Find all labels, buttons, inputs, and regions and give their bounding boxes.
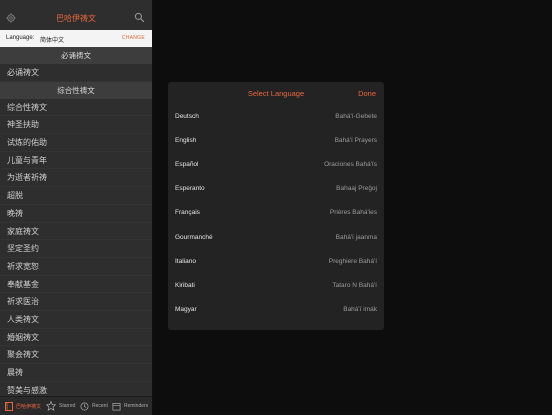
list-item[interactable]: 必诵祷文: [0, 64, 152, 82]
list-item[interactable]: 家庭祷文: [0, 223, 152, 241]
change-language-button[interactable]: CHANGE: [122, 35, 145, 41]
language-option-gourmanche[interactable]: Gourmanché Bahá'í jaanma: [168, 226, 384, 250]
list-item[interactable]: 晨祷: [0, 364, 152, 382]
language-value: 简体中文: [40, 38, 65, 44]
language-translation: Prières Bahá'ies: [329, 209, 377, 216]
list-item[interactable]: 人类祷文: [0, 311, 152, 329]
list-item[interactable]: 聚会祷文: [0, 346, 152, 364]
section-header: 综合性祷文: [0, 81, 152, 99]
language-translation: Bahá'í Prayers: [334, 137, 377, 144]
language-option-magyar[interactable]: Magyar Bahá'í imák: [168, 298, 384, 322]
language-option-espanol[interactable]: Español Oraciones Bahá'ís: [168, 153, 384, 177]
language-translation: Bahá'í-Gebete: [335, 113, 377, 120]
list-item[interactable]: 婚姻祷文: [0, 329, 152, 347]
dialog-title: Select Language: [247, 89, 305, 98]
language-translation: Bahá'í imák: [343, 306, 377, 313]
list-item[interactable]: 试炼的佑助: [0, 134, 152, 152]
language-option-francais[interactable]: Français Prières Bahá'ies: [168, 201, 384, 225]
language-option-english[interactable]: English Bahá'í Prayers: [168, 129, 384, 153]
list-item[interactable]: 赞美与感激: [0, 382, 152, 396]
tab-reminders[interactable]: Reminders: [112, 401, 148, 411]
tab-label: Recent: [92, 403, 108, 409]
language-name: Kiribati: [175, 282, 195, 289]
language-name: Français: [175, 209, 200, 216]
language-option-deutsch[interactable]: Deutsch Bahá'í-Gebete: [168, 105, 384, 129]
done-button[interactable]: Done: [358, 89, 376, 98]
tab-label: Starred: [59, 403, 76, 409]
book-icon: [5, 401, 13, 411]
language-translation: Tataro N Bahá'í: [332, 282, 377, 289]
list-item[interactable]: 儿童与青年: [0, 152, 152, 170]
dialog-header: Select Language Done: [168, 82, 384, 104]
language-translation: Oraciones Bahá'ís: [324, 161, 377, 168]
tab-starred[interactable]: Starred: [46, 401, 75, 411]
list-item[interactable]: 综合性祷文: [0, 99, 152, 117]
sidebar-header: 巴哈伊祷文: [0, 8, 152, 30]
clock-icon: [80, 402, 89, 410]
tab-prayers[interactable]: 巴哈伊祷文: [5, 401, 41, 411]
language-label: Language:: [6, 35, 35, 41]
language-option-esperanto[interactable]: Esperanto Bahaaj Preĝoj: [168, 177, 384, 201]
language-translation: Bahaaj Preĝoj: [336, 185, 377, 192]
language-option-kiribati[interactable]: Kiribati Tataro N Bahá'í: [168, 274, 384, 298]
language-translation: Bahá'í jaanma: [335, 234, 377, 241]
tab-bar: 巴哈伊祷文 Starred Recent Reminders: [0, 396, 152, 415]
select-language-dialog: Select Language Done Deutsch Bahá'í-Gebe…: [168, 82, 384, 330]
language-bar: Language: 简体中文 CHANGE: [0, 30, 152, 47]
section-header: 必诵祷文: [0, 47, 152, 64]
language-translation: Preghiere Bahá'í: [328, 258, 377, 265]
list-item[interactable]: 为逝者祈祷: [0, 169, 152, 188]
sidebar: 巴哈伊祷文 Language: 简体中文 CHANGE 必诵祷文 必诵祷文 综合…: [0, 0, 153, 415]
prayer-category-list: 必诵祷文 必诵祷文 综合性祷文 综合性祷文 神圣扶助 试炼的佑助 儿童与青年 为…: [0, 47, 152, 396]
app-title: 巴哈伊祷文: [56, 14, 96, 23]
list-item[interactable]: 神圣扶助: [0, 116, 152, 135]
list-item[interactable]: 晚祷: [0, 205, 152, 223]
tab-recent[interactable]: Recent: [80, 401, 108, 411]
list-item[interactable]: 奉献基金: [0, 276, 152, 294]
calendar-icon: [112, 402, 121, 410]
language-name: Español: [175, 161, 199, 168]
language-name: Deutsch: [175, 113, 199, 120]
list-item[interactable]: 超脱: [0, 187, 152, 205]
list-item[interactable]: 祈求医治: [0, 293, 152, 311]
language-name: Gourmanché: [175, 234, 213, 241]
list-item[interactable]: 祈求宽恕: [0, 258, 152, 276]
language-name: Magyar: [175, 306, 197, 313]
tab-label: 巴哈伊祷文: [16, 403, 42, 410]
list-item[interactable]: 坚定圣约: [0, 240, 152, 258]
language-name: Italiano: [175, 258, 196, 265]
tab-label: Reminders: [124, 403, 149, 409]
language-name: Esperanto: [175, 185, 205, 192]
language-option-italiano[interactable]: Italiano Preghiere Bahá'í: [168, 250, 384, 274]
language-name: English: [175, 137, 197, 144]
star-icon: [46, 401, 56, 411]
search-icon[interactable]: [134, 12, 145, 23]
